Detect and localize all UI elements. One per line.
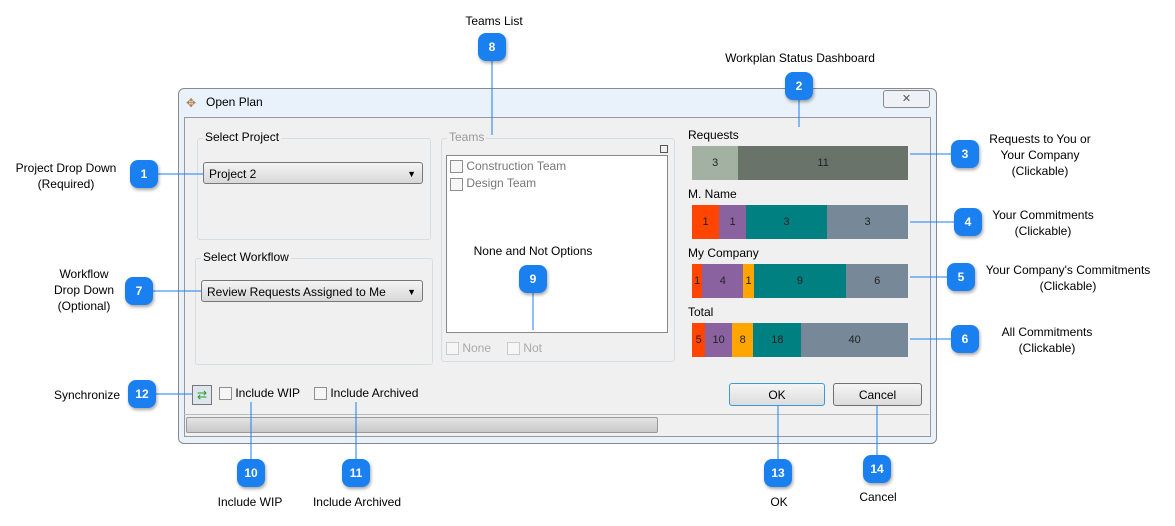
callout-label-6: All Commitments (Clickable): [1001, 325, 1093, 355]
callout-badge-14: 14: [863, 455, 891, 483]
callout-label-11: Include Archived: [312, 495, 402, 509]
callout-label-9: None and Not Options: [473, 244, 593, 258]
callout-badge-5: 5: [947, 263, 975, 291]
callout-label-5: Your Company's Commitments (Clickable): [985, 263, 1151, 293]
callout-label-14: Cancel: [859, 490, 897, 504]
callout-label-3: Requests to You or Your Company (Clickab…: [989, 132, 1091, 178]
callout-badge-9: 9: [519, 265, 547, 293]
callout-badge-13: 13: [764, 459, 792, 487]
callout-badge-8: 8: [478, 33, 506, 61]
callout-label-7: Workflow Drop Down (Optional): [53, 267, 115, 313]
callout-label-8: Teams List: [465, 14, 523, 28]
callout-badge-2: 2: [785, 72, 813, 100]
callout-label-1: Project Drop Down (Required): [15, 161, 117, 191]
callout-label-2: Workplan Status Dashboard: [725, 51, 875, 65]
callout-label-4: Your Commitments (Clickable): [992, 208, 1094, 238]
callout-label-12: Synchronize: [53, 388, 121, 402]
callout-badge-11: 11: [342, 459, 370, 487]
callout-badge-10: 10: [237, 459, 265, 487]
